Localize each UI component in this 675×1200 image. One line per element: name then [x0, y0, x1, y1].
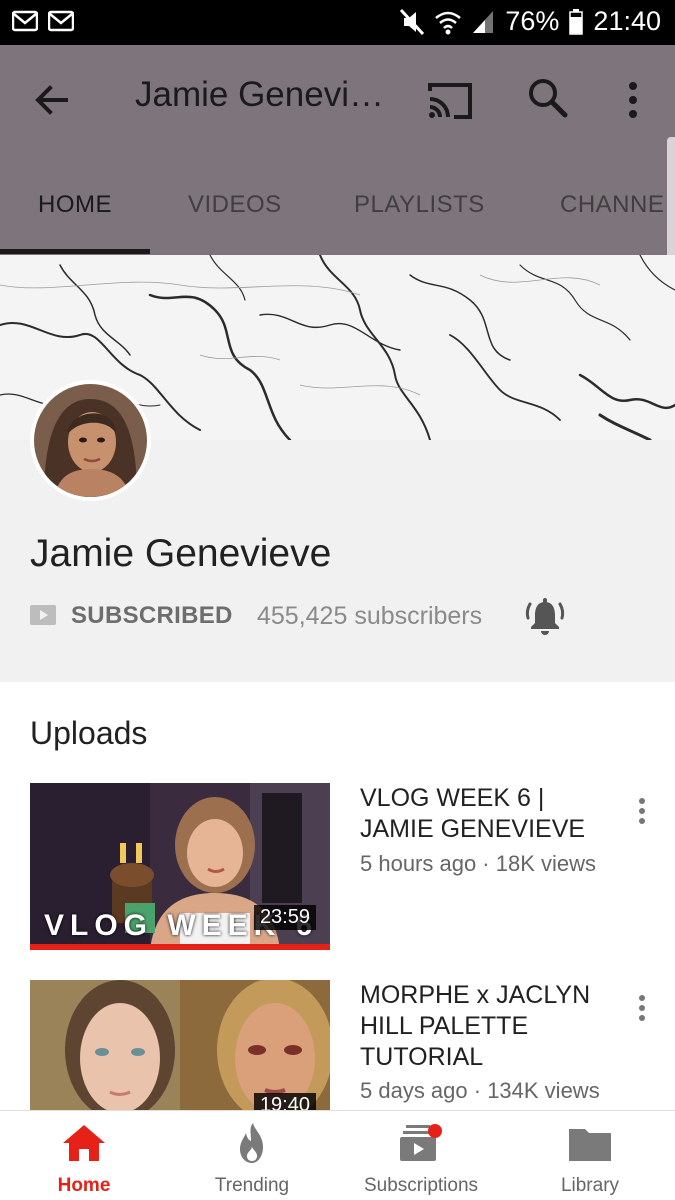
signal-icon: [471, 9, 495, 35]
mail-icon: [47, 10, 75, 32]
channel-avatar[interactable]: [30, 380, 151, 501]
nav-trending[interactable]: Trending: [168, 1111, 336, 1200]
notification-bell-icon[interactable]: [524, 596, 566, 638]
bottom-navigation: Home Trending Subscriptions Library: [0, 1110, 675, 1200]
watched-progress-bar: [30, 944, 330, 950]
video-thumbnail[interactable]: 19:40: [30, 980, 330, 1110]
youtube-play-icon: [30, 605, 56, 625]
mute-icon: [399, 8, 425, 36]
battery-percent: 76%: [505, 6, 560, 36]
library-folder-icon: [567, 1123, 613, 1163]
video-duration: 19:40: [253, 1093, 316, 1110]
active-tab-indicator: [0, 249, 150, 254]
video-more-vert-icon[interactable]: [630, 797, 654, 827]
battery-icon: [569, 8, 584, 35]
nav-label: Trending: [214, 1175, 290, 1196]
nav-subscriptions[interactable]: Subscriptions: [337, 1111, 505, 1200]
subscription-row: SUBSCRIBED 455,425 subscribers: [30, 598, 650, 638]
trending-flame-icon: [229, 1123, 275, 1163]
home-icon: [61, 1123, 107, 1163]
tab-videos[interactable]: VIDEOS: [188, 191, 282, 219]
tab-playlists[interactable]: PLAYLISTS: [354, 191, 485, 219]
subscribed-button[interactable]: SUBSCRIBED: [71, 602, 233, 630]
mail-icon: [11, 10, 39, 32]
tab-channels[interactable]: CHANNE: [560, 191, 664, 219]
video-item[interactable]: VLOG WEEK 6 23:59 VLOG WEEK 6 | JAMIE GE…: [0, 783, 675, 953]
nav-label: Home: [57, 1175, 111, 1196]
video-duration: 23:59: [253, 905, 316, 930]
clock: 21:40: [593, 6, 661, 36]
subscriber-count: 455,425 subscribers: [257, 602, 483, 630]
app-bar: Jamie Genevi… HOME VIDEOS PLAYLISTS CHAN…: [0, 45, 675, 255]
channel-name: Jamie Genevieve: [30, 532, 332, 575]
subscriptions-icon: [398, 1123, 444, 1163]
back-arrow-icon[interactable]: [30, 78, 74, 122]
tab-home[interactable]: HOME: [38, 191, 112, 219]
video-title[interactable]: VLOG WEEK 6 | JAMIE GENEVIEVE: [360, 783, 615, 845]
status-bar: 76% 21:40: [0, 0, 675, 45]
uploads-section-title: Uploads: [30, 715, 148, 751]
nav-label: Subscriptions: [363, 1175, 479, 1196]
video-meta: 5 hours ago · 18K views: [360, 851, 597, 876]
more-vert-icon[interactable]: [618, 78, 648, 122]
video-title[interactable]: MORPHE x JACLYN HILL PALETTE TUTORIAL: [360, 980, 615, 1073]
nav-library[interactable]: Library: [506, 1111, 674, 1200]
nav-home[interactable]: Home: [0, 1111, 168, 1200]
cast-icon[interactable]: [426, 77, 474, 125]
video-thumbnail[interactable]: VLOG WEEK 6 23:59: [30, 783, 330, 950]
channel-tabs: HOME VIDEOS PLAYLISTS CHANNE: [0, 155, 675, 255]
channel-title: Jamie Genevi…: [135, 75, 384, 114]
video-more-vert-icon[interactable]: [630, 994, 654, 1024]
video-meta: 5 days ago · 134K views: [360, 1078, 600, 1103]
search-icon[interactable]: [525, 75, 571, 121]
wifi-icon: [435, 8, 462, 36]
nav-label: Library: [560, 1175, 620, 1196]
